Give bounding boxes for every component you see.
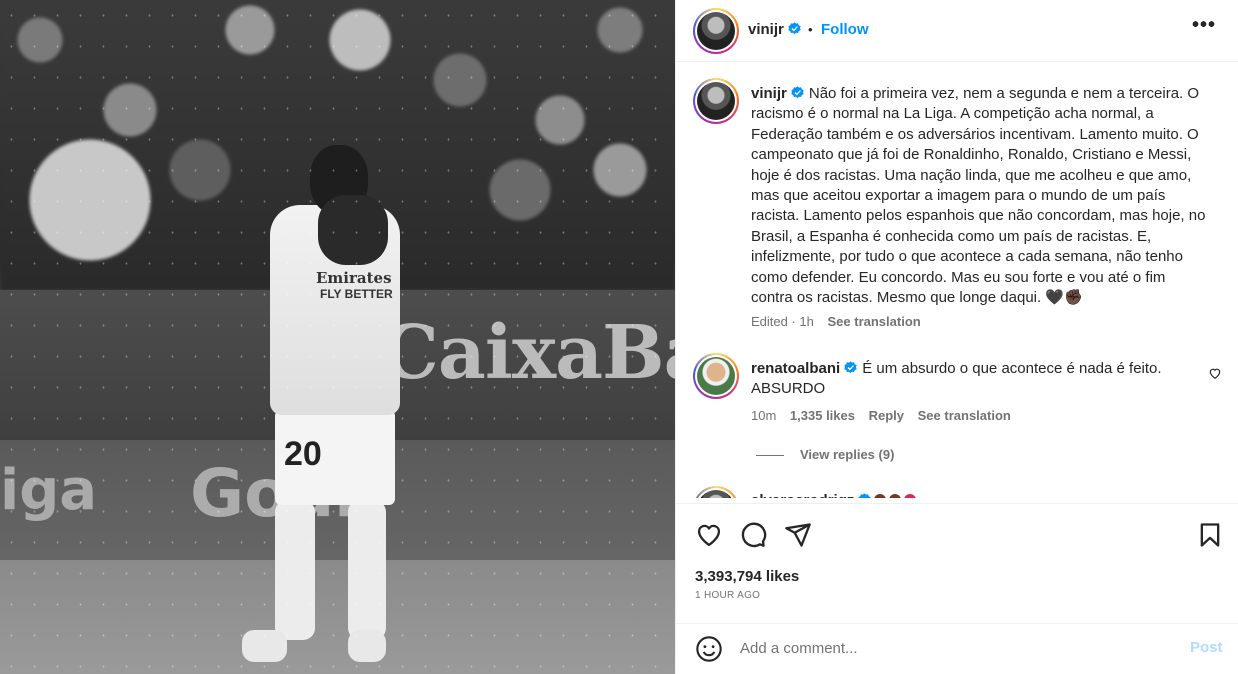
caption-edited-time: Edited · 1h (751, 314, 814, 329)
emoji-icon[interactable] (695, 635, 723, 663)
comment-reply-button[interactable]: Reply (869, 408, 904, 423)
view-replies-button[interactable]: View replies (9) (756, 447, 894, 462)
post-comment-button[interactable]: Post (1190, 639, 1223, 656)
partial-comment-avatar[interactable] (693, 486, 739, 498)
verified-badge-icon (844, 361, 857, 374)
instagram-post-modal: CaixaBank iga Goal 20 Emirates FLY BETTE… (0, 0, 1238, 674)
more-options-icon[interactable]: ••• (1192, 14, 1216, 37)
header-username[interactable]: vinijr (748, 21, 784, 38)
comment-username[interactable]: renatoalbani (751, 360, 840, 377)
hands-emoji-icon (874, 494, 887, 498)
add-comment-bar: Post (676, 623, 1238, 674)
view-replies-line (756, 455, 784, 457)
photo-rain-overlay (0, 0, 675, 674)
post-actions: 3,393,794 likes 1 HOUR AGO (676, 503, 1238, 623)
post-photo[interactable]: CaixaBank iga Goal 20 Emirates FLY BETTE… (0, 0, 675, 674)
comment-meta: 10m 1,335 likes Reply See translation (751, 408, 1011, 423)
header-username-wrap: vinijr (748, 21, 801, 38)
follow-button[interactable]: Follow (821, 21, 869, 38)
verified-badge-icon (858, 493, 872, 498)
header-avatar[interactable] (693, 8, 739, 54)
bookmark-icon[interactable] (1196, 521, 1224, 549)
post-likes-count[interactable]: 3,393,794 likes (695, 568, 799, 585)
heart-icon[interactable] (695, 521, 723, 549)
view-replies-label: View replies (9) (800, 447, 895, 462)
comment-see-translation-link[interactable]: See translation (918, 408, 1011, 423)
red-heart-emoji-icon (904, 494, 917, 498)
comment: renatoalbani É um absurdo o que acontece … (751, 359, 1191, 400)
caption-meta: Edited · 1h See translation (751, 314, 921, 329)
post-header: vinijr • Follow ••• (676, 0, 1238, 62)
share-icon[interactable] (784, 521, 812, 549)
partial-comment-username[interactable]: alvaroarodrigz (751, 492, 854, 498)
comment-icon[interactable] (739, 521, 767, 549)
caption-text: Não foi a primeira vez, nem a segunda e … (751, 85, 1206, 307)
caption: vinijr Não foi a primeira vez, nem a segu… (751, 84, 1211, 308)
post-time-ago[interactable]: 1 HOUR AGO (695, 590, 760, 601)
verified-badge-icon (791, 86, 804, 99)
comment-input[interactable] (740, 636, 1160, 660)
comment-like-heart-icon[interactable] (1208, 366, 1222, 380)
comment-avatar[interactable] (693, 353, 739, 399)
comments-section[interactable]: vinijr Não foi a primeira vez, nem a segu… (676, 62, 1238, 498)
comment-time: 10m (751, 408, 777, 423)
comment-likes-count[interactable]: 1,335 likes (790, 408, 855, 423)
header-separator: • (808, 22, 813, 37)
caption-avatar[interactable] (693, 78, 739, 124)
hands-emoji-icon (889, 494, 902, 498)
caption-see-translation-link[interactable]: See translation (828, 314, 921, 329)
verified-badge-icon (788, 22, 801, 35)
post-side-panel: vinijr • Follow ••• vinijr Não foi a prim… (675, 0, 1238, 674)
partial-comment: alvaroarodrigz (751, 492, 917, 498)
caption-username[interactable]: vinijr (751, 85, 787, 102)
